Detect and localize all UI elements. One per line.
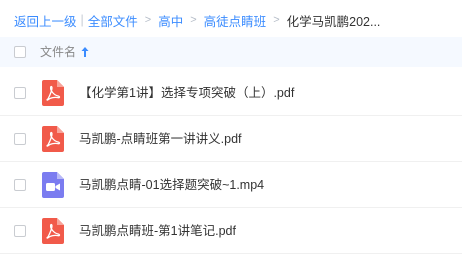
breadcrumb-divider: | [80,13,84,27]
pdf-file-icon [42,218,64,244]
breadcrumb-level-2[interactable]: 高徒点睛班 [204,11,267,30]
row-checkbox[interactable] [14,225,26,237]
select-all-checkbox[interactable] [14,46,26,58]
chevron-right-icon: > [190,14,197,26]
file-row[interactable]: 【化学第1讲】选择专项突破（上）.pdf [0,70,462,116]
file-row[interactable]: 马凯鹏点睛班-第1讲笔记.pdf [0,208,462,254]
chevron-right-icon: > [144,14,152,26]
row-checkbox[interactable] [14,133,26,145]
file-name[interactable]: 马凯鹏-点睛班第一讲讲义.pdf [79,116,242,162]
video-file-icon [42,172,64,198]
file-name[interactable]: 马凯鹏点睛班-第1讲笔记.pdf [79,208,236,254]
pdf-file-icon [42,80,64,106]
file-list-header: 文件名 [0,37,462,67]
file-name[interactable]: 【化学第1讲】选择专项突破（上）.pdf [79,70,294,116]
breadcrumb-level-1[interactable]: 高中 [158,11,183,30]
chevron-right-icon: > [273,14,280,26]
column-filename-label[interactable]: 文件名 [40,37,76,67]
file-row[interactable]: 马凯鹏点睛-01选择题突破~1.mp4 [0,162,462,208]
breadcrumb: 返回上一级 | 全部文件 > 高中 > 高徒点睛班 > 化学马凯鹏202... [14,11,380,29]
row-checkbox[interactable] [14,179,26,191]
breadcrumb-current: 化学马凯鹏202... [286,14,381,29]
back-link[interactable]: 返回上一级 [14,11,77,30]
sort-arrow-up-icon[interactable] [80,45,90,59]
file-name[interactable]: 马凯鹏点睛-01选择题突破~1.mp4 [79,162,264,208]
row-checkbox[interactable] [14,87,26,99]
pdf-file-icon [42,126,64,152]
file-row[interactable]: 马凯鹏-点睛班第一讲讲义.pdf [0,116,462,162]
breadcrumb-all-files[interactable]: 全部文件 [88,11,138,30]
